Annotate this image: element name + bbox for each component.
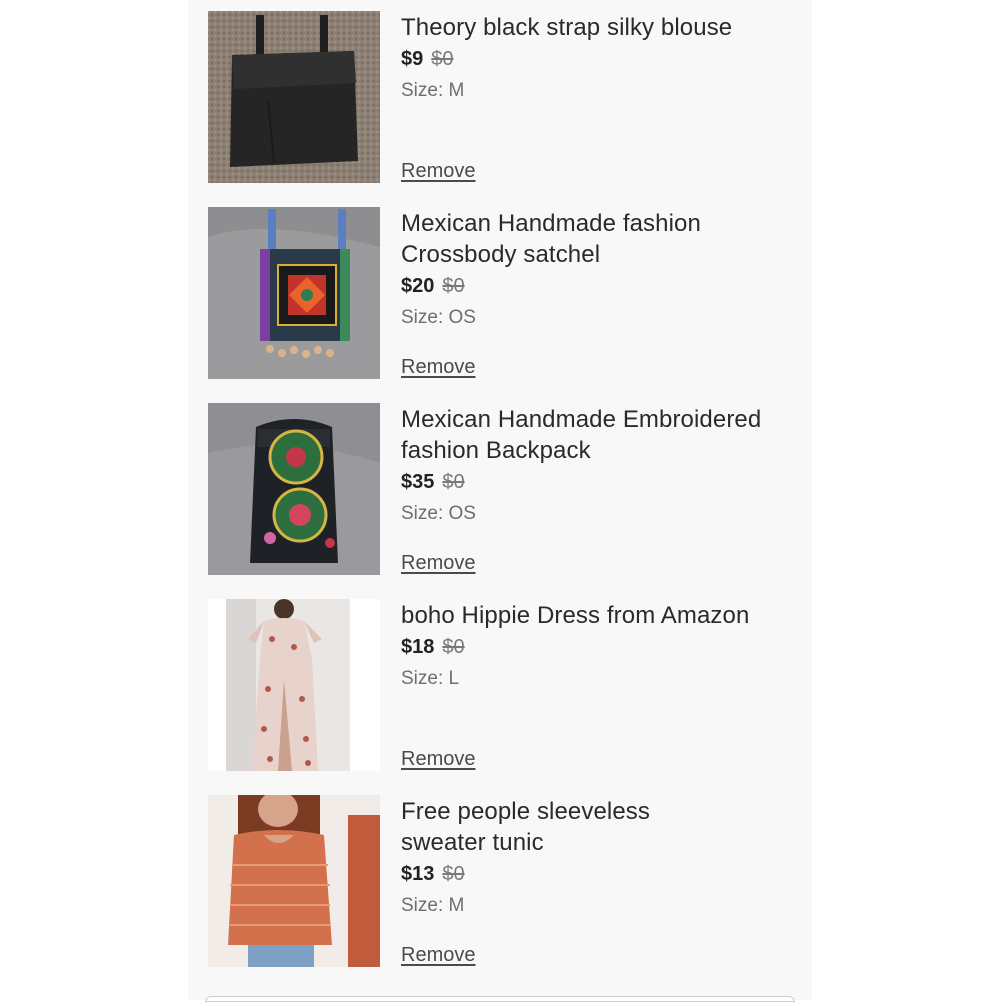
floral-dress-image [208, 599, 380, 771]
list-item: boho Hippie Dress from Amazon $18 $0 Size… [208, 599, 808, 771]
item-size: Size: L [401, 668, 460, 689]
item-photo-blouse[interactable] [208, 11, 380, 183]
remove-button[interactable]: Remove [401, 160, 475, 183]
item-size: Size: M [401, 80, 465, 101]
list-item: Theory black strap silky blouse $9 $0 Siz… [208, 11, 808, 183]
item-original-price: $0 [442, 275, 465, 297]
item-original-price: $0 [442, 471, 465, 493]
remove-button[interactable]: Remove [401, 356, 475, 379]
embroidered-satchel-image [208, 207, 380, 379]
embroidered-backpack-image [208, 403, 380, 575]
item-size: Size: OS [401, 503, 476, 524]
item-photo-satchel[interactable] [208, 207, 380, 379]
item-original-price: $0 [431, 48, 454, 70]
item-photo-dress[interactable] [208, 599, 380, 771]
list-item: Mexican Handmade Embroidered fashion Bac… [208, 403, 808, 575]
item-price: $18 [401, 636, 435, 658]
remove-button[interactable]: Remove [401, 944, 475, 967]
item-original-price: $0 [442, 863, 465, 885]
bottom-action-bar [205, 996, 795, 1002]
knit-tunic-image [208, 795, 380, 967]
item-size: Size: M [401, 895, 465, 916]
remove-button[interactable]: Remove [401, 552, 475, 575]
item-price: $9 [401, 48, 424, 70]
item-original-price: $0 [442, 636, 465, 658]
item-price: $35 [401, 471, 435, 493]
black-blouse-image [208, 11, 380, 183]
item-title[interactable]: Theory black strap silky blouse [401, 12, 808, 43]
item-size: Size: OS [401, 307, 476, 328]
item-price: $13 [401, 863, 435, 885]
list-item: Mexican Handmade fashion Crossbody satch… [208, 207, 808, 379]
item-title[interactable]: boho Hippie Dress from Amazon [401, 600, 808, 631]
remove-button[interactable]: Remove [401, 748, 475, 771]
item-title[interactable]: Free people sleeveless sweater tunic [401, 796, 691, 858]
item-photo-tunic[interactable] [208, 795, 380, 967]
item-title[interactable]: Mexican Handmade fashion Crossbody satch… [401, 208, 731, 270]
item-price: $20 [401, 275, 435, 297]
list-item: Free people sleeveless sweater tunic $13… [208, 795, 808, 967]
item-photo-backpack[interactable] [208, 403, 380, 575]
item-title[interactable]: Mexican Handmade Embroidered fashion Bac… [401, 404, 801, 466]
